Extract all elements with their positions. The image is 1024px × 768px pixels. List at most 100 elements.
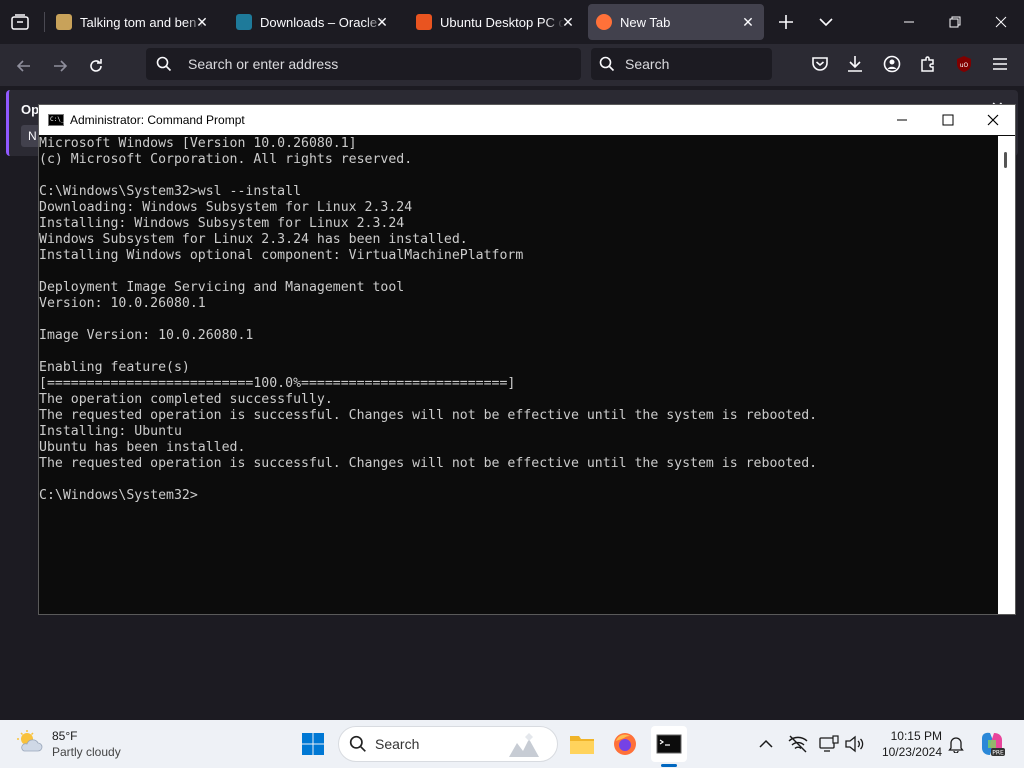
tab-close-icon[interactable]: ✕ bbox=[740, 14, 756, 30]
console-line: Microsoft Windows [Version 10.0.26080.1] bbox=[39, 136, 357, 151]
console-line: The operation completed successfully. bbox=[39, 392, 333, 407]
weather-widget[interactable]: 85°F Partly cloudy bbox=[16, 728, 121, 760]
pocket-icon[interactable] bbox=[808, 52, 832, 76]
start-windows-icon[interactable] bbox=[295, 726, 331, 762]
tab-close-icon[interactable]: ✕ bbox=[194, 14, 210, 30]
console-line: Installing: Windows Subsystem for Linux … bbox=[39, 216, 405, 231]
taskbar-search-placeholder: Search bbox=[375, 736, 420, 752]
console-line: Installing: Ubuntu bbox=[39, 424, 182, 439]
browser-minimize-icon[interactable] bbox=[886, 4, 932, 40]
tab-close-icon[interactable]: ✕ bbox=[374, 14, 390, 30]
tab-oracle-virtualbox[interactable]: Downloads – Oracle VirtualBox ✕ bbox=[228, 4, 398, 40]
cmd-maximize-icon[interactable] bbox=[925, 105, 971, 135]
downloads-icon[interactable] bbox=[843, 52, 867, 76]
console-line: Downloading: Windows Subsystem for Linux… bbox=[39, 200, 413, 215]
console-line: Windows Subsystem for Linux 2.3.24 has b… bbox=[39, 232, 468, 247]
console-line: Ubuntu has been installed. bbox=[39, 440, 246, 455]
svg-text:PRE: PRE bbox=[992, 750, 1004, 757]
scrollbar-thumb[interactable] bbox=[1004, 152, 1007, 168]
tab-title: New Tab bbox=[620, 14, 671, 30]
tab-ubuntu-desktop[interactable]: Ubuntu Desktop PC operating system ✕ bbox=[408, 4, 584, 40]
notification-bell-icon[interactable] bbox=[944, 732, 968, 756]
console-line: The requested operation is successful. C… bbox=[39, 456, 818, 471]
list-all-tabs-chevron-icon[interactable] bbox=[814, 10, 838, 34]
search-icon bbox=[349, 735, 367, 753]
console-line: Installing Windows optional component: V… bbox=[39, 248, 524, 263]
windows-taskbar: 85°F Partly cloudy Search 10:15 PM 10/23… bbox=[0, 720, 1024, 768]
firefox-app-icon[interactable] bbox=[607, 726, 643, 762]
ublock-origin-icon[interactable]: uO bbox=[952, 52, 976, 76]
weather-temperature: 85°F bbox=[52, 729, 78, 743]
volume-speaker-icon[interactable] bbox=[842, 732, 866, 756]
tab-new-tab[interactable]: New Tab ✕ bbox=[588, 4, 764, 40]
network-disconnected-icon[interactable] bbox=[786, 732, 810, 756]
copilot-preview-icon[interactable]: PRE bbox=[978, 730, 1006, 758]
cmd-title-bar[interactable]: Administrator: Command Prompt bbox=[39, 105, 1015, 135]
search-icon bbox=[599, 56, 615, 72]
tab-favicon-icon bbox=[416, 14, 432, 30]
svg-text:uO: uO bbox=[960, 62, 969, 69]
search-bar[interactable]: Search bbox=[591, 48, 772, 80]
clock-date: 10/23/2024 bbox=[881, 745, 942, 759]
forward-arrow-icon[interactable] bbox=[46, 52, 74, 80]
search-bar-placeholder: Search bbox=[625, 56, 670, 72]
search-icon bbox=[156, 56, 172, 72]
tab-favicon-icon bbox=[56, 14, 72, 30]
weather-description: Partly cloudy bbox=[52, 745, 121, 759]
console-scrollbar[interactable] bbox=[998, 136, 1015, 614]
firefox-view-icon[interactable] bbox=[8, 10, 32, 34]
console-line: C:\Windows\System32> bbox=[39, 488, 198, 503]
file-explorer-folder-icon[interactable] bbox=[564, 726, 600, 762]
weather-text: 85°F Partly cloudy bbox=[52, 728, 121, 760]
browser-restore-icon[interactable] bbox=[932, 4, 978, 40]
back-arrow-icon[interactable] bbox=[10, 52, 38, 80]
clock-time: 10:15 PM bbox=[890, 729, 942, 743]
tab-talking-tom[interactable]: Talking tom and ben news ✕ bbox=[48, 4, 218, 40]
active-app-indicator bbox=[661, 764, 677, 767]
display-icon[interactable] bbox=[817, 732, 841, 756]
command-prompt-taskbar-icon[interactable] bbox=[651, 726, 687, 762]
command-prompt-window: Administrator: Command Prompt Microsoft … bbox=[38, 104, 1016, 615]
tab-title: Ubuntu Desktop PC operating system bbox=[440, 14, 564, 30]
extensions-puzzle-icon[interactable] bbox=[916, 52, 940, 76]
tab-title: Talking tom and ben news bbox=[80, 14, 204, 30]
cmd-window-title: Administrator: Command Prompt bbox=[70, 113, 245, 127]
cmd-close-icon[interactable] bbox=[970, 105, 1016, 135]
taskbar-search-box[interactable]: Search bbox=[338, 726, 558, 762]
partly-cloudy-weather-icon bbox=[16, 729, 44, 760]
console-line: The requested operation is successful. C… bbox=[39, 408, 818, 423]
system-clock[interactable]: 10:15 PM 10/23/2024 bbox=[872, 728, 942, 760]
menu-hamburger-icon[interactable] bbox=[988, 52, 1012, 76]
show-hidden-icons-chevron-icon[interactable] bbox=[754, 732, 778, 756]
tab-close-icon[interactable]: ✕ bbox=[560, 14, 576, 30]
cmd-app-icon bbox=[48, 114, 64, 126]
console-line: C:\Windows\System32>wsl --install bbox=[39, 184, 302, 199]
console-line: [==========================100.0%=======… bbox=[39, 376, 516, 391]
url-bar[interactable]: Search or enter address bbox=[146, 48, 581, 80]
new-tab-plus-icon[interactable] bbox=[774, 10, 798, 34]
notification-text: Op bbox=[21, 102, 40, 117]
search-highlight-icon bbox=[507, 731, 545, 764]
console-line: (c) Microsoft Corporation. All rights re… bbox=[39, 152, 413, 167]
console-line: Deployment Image Servicing and Managemen… bbox=[39, 280, 405, 295]
console-output[interactable]: Microsoft Windows [Version 10.0.26080.1]… bbox=[39, 136, 999, 614]
browser-tab-strip: Talking tom and ben news ✕ Downloads – O… bbox=[0, 0, 1024, 44]
browser-close-icon[interactable] bbox=[978, 4, 1024, 40]
console-line: Image Version: 10.0.26080.1 bbox=[39, 328, 254, 343]
reload-icon[interactable] bbox=[82, 52, 110, 80]
tab-separator bbox=[44, 12, 45, 32]
cmd-minimize-icon[interactable] bbox=[879, 105, 925, 135]
url-bar-placeholder: Search or enter address bbox=[188, 56, 339, 72]
tab-title: Downloads – Oracle VirtualBox bbox=[260, 14, 384, 30]
account-icon[interactable] bbox=[880, 52, 904, 76]
tab-favicon-icon bbox=[236, 14, 252, 30]
browser-nav-toolbar: Search or enter address Search uO bbox=[0, 44, 1024, 86]
console-line: Enabling feature(s) bbox=[39, 360, 190, 375]
firefox-favicon-icon bbox=[596, 14, 612, 30]
console-line: Version: 10.0.26080.1 bbox=[39, 296, 206, 311]
